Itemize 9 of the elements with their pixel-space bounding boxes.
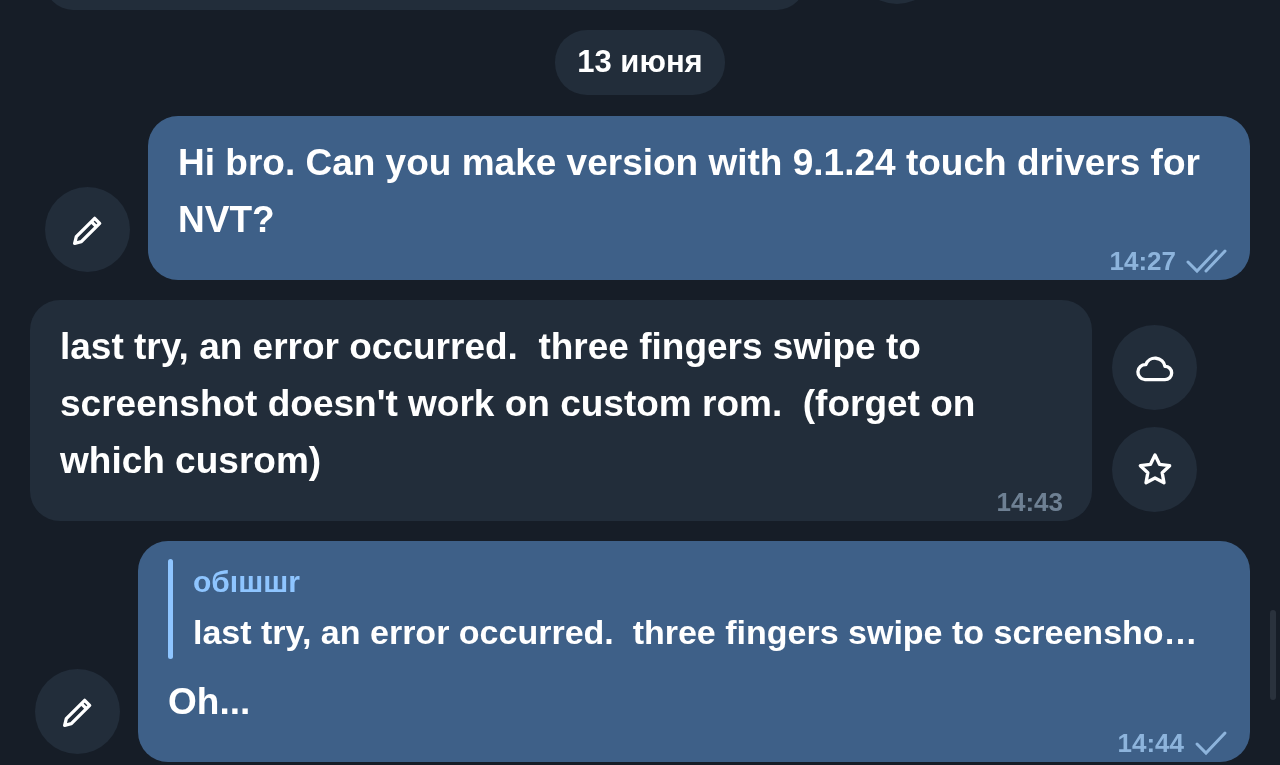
reply-author: oбıшшr [193, 564, 301, 600]
message-time: 14:43 [996, 485, 1063, 519]
message-text: Oh... [168, 680, 252, 724]
message-time: 14:44 [1117, 726, 1184, 760]
date-badge: 13 июня [555, 30, 725, 95]
message-time: 14:27 [1109, 244, 1176, 278]
message-text: Hi bro. Can you make version with 9.1.24 touch drivers for NVT? [178, 141, 1201, 242]
reply-text: last try, an error occurred. three fingers swipe to screensho… [193, 612, 1198, 653]
message-text: last try, an error occurred. three fingers swipe to screenshot doesn't work on custom rom. (forget on which cusrom) [60, 325, 977, 483]
